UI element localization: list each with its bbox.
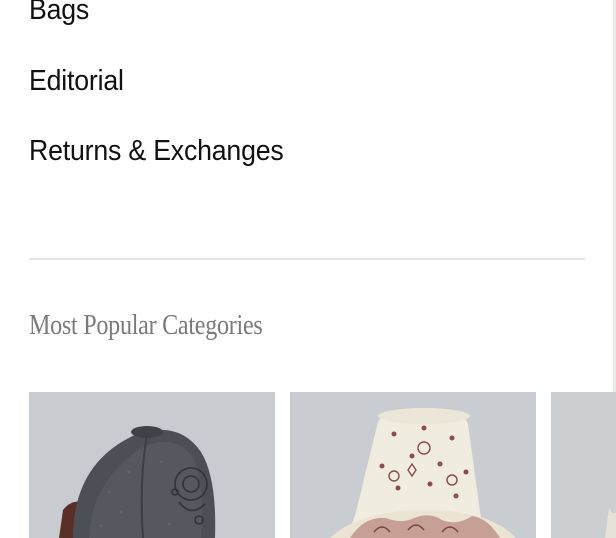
menu-item-editorial[interactable]: Editorial: [29, 63, 124, 99]
hat-image: [551, 392, 616, 538]
section-title: Most Popular Categories: [29, 310, 263, 341]
category-card[interactable]: [290, 392, 536, 538]
category-card[interactable]: [29, 392, 275, 538]
category-card[interactable]: [551, 392, 616, 538]
cap-image: [29, 392, 275, 538]
section-divider: [29, 258, 585, 260]
category-carousel: [0, 392, 616, 538]
menu-item-bags[interactable]: Bags: [29, 0, 89, 28]
menu-item-returns-exchanges[interactable]: Returns & Exchanges: [29, 133, 284, 169]
bucket-hat-image: [290, 392, 536, 538]
